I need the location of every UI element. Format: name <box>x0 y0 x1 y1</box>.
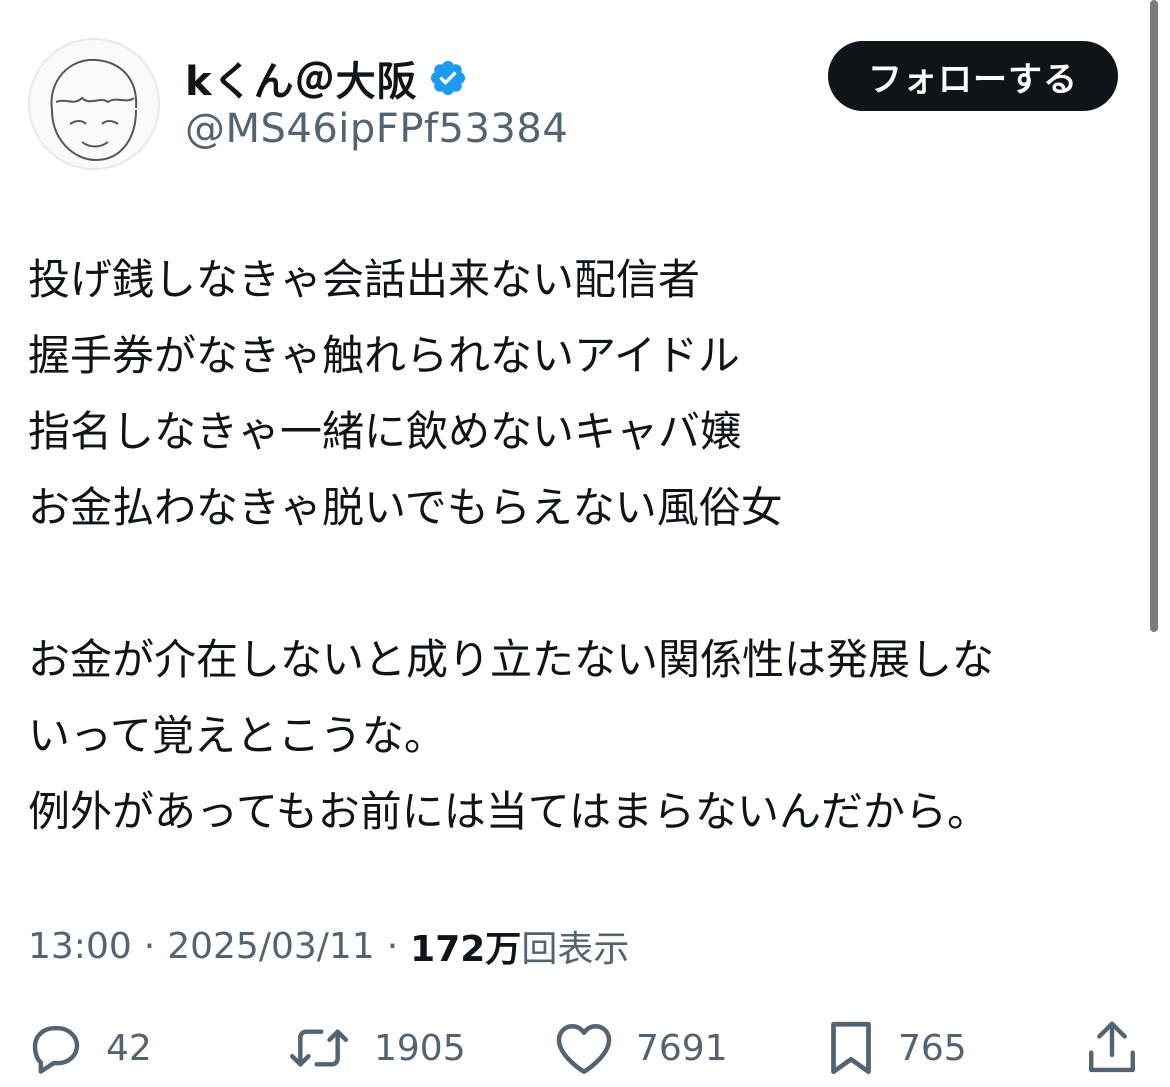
tweet-text: 投げ銭しなきゃ会話出来ない配信者 握手券がなきゃ触れられないアイドル 指名しなき… <box>28 242 1148 850</box>
follow-button[interactable]: フォローする <box>828 41 1118 111</box>
tweet-date[interactable]: 2025/03/11 <box>167 926 375 967</box>
repost-count: 1905 <box>374 1027 466 1069</box>
meta-separator: · <box>143 925 156 967</box>
tweet-line: お金払わなきゃ脱いでもらえない風俗女 <box>28 483 783 532</box>
avatar[interactable] <box>28 38 160 170</box>
tweet-line: 握手券がなきゃ触れられないアイドル <box>28 331 740 380</box>
views-label: 回表示 <box>521 929 630 970</box>
reply-button[interactable]: 42 <box>28 1012 152 1084</box>
verified-badge-icon[interactable] <box>428 58 468 98</box>
author-display-name[interactable]: kくん＠大阪 <box>185 49 418 107</box>
tweet-time[interactable]: 13:00 <box>28 926 132 967</box>
tweet-meta: 13:00 · 2025/03/11 · 172万 回表示 <box>28 918 629 974</box>
author-name-row[interactable]: kくん＠大阪 <box>185 46 468 110</box>
reply-count: 42 <box>106 1027 152 1069</box>
scrollbar[interactable] <box>1150 0 1158 632</box>
views-count: 172万 <box>410 929 522 970</box>
share-button[interactable] <box>1084 1012 1140 1084</box>
tweet-line: 指名しなきゃ一緒に飲めないキャバ嬢 <box>28 407 743 456</box>
bookmark-count: 765 <box>898 1027 967 1069</box>
tweet-line: お金が介在しないと成り立たない関係性は発展しな <box>28 635 995 684</box>
heart-icon <box>554 1020 614 1076</box>
reply-icon <box>28 1020 84 1076</box>
tweet-line: 投げ銭しなきゃ会話出来ない配信者 <box>28 255 701 304</box>
bookmark-icon <box>826 1018 876 1078</box>
like-count: 7691 <box>636 1027 728 1069</box>
meta-separator: · <box>386 925 399 967</box>
repost-icon <box>286 1020 352 1076</box>
bookmark-button[interactable]: 765 <box>826 1012 967 1084</box>
share-icon <box>1084 1018 1140 1078</box>
avatar-drawing-icon <box>50 58 138 162</box>
tweet-line: 例外があってもお前には当てはまらないんだから。 <box>28 787 989 836</box>
tweet-line: いって覚えとこうな。 <box>28 711 446 760</box>
author-handle[interactable]: @MS46ipFPf53384 <box>185 106 568 152</box>
like-button[interactable]: 7691 <box>554 1012 728 1084</box>
tweet-actions: 42 1905 7691 765 <box>0 1012 1170 1087</box>
repost-button[interactable]: 1905 <box>286 1012 466 1084</box>
